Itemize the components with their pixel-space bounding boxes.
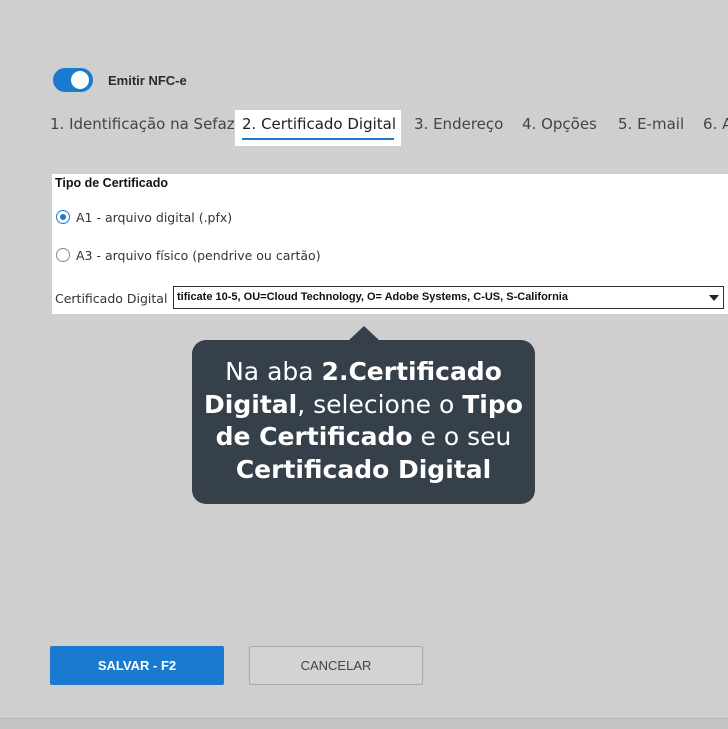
- bottom-scroll-strip: [0, 718, 728, 729]
- certificado-form-panel: Tipo de Certificado A1 - arquivo digital…: [52, 174, 728, 314]
- tab-endereco[interactable]: 3. Endereço: [414, 115, 503, 133]
- active-tab-indicator: [242, 138, 394, 140]
- tab-email[interactable]: 5. E-mail: [618, 115, 684, 133]
- tooltip-text-2: , selecione o: [297, 389, 463, 419]
- tab-certificado-digital[interactable]: 2. Certificado Digital: [242, 115, 396, 133]
- save-button[interactable]: SALVAR - F2: [50, 646, 224, 685]
- tooltip-text-3: e o seu: [412, 422, 512, 451]
- tab-6[interactable]: 6. A: [703, 115, 728, 133]
- tab-identificacao-sefaz[interactable]: 1. Identificação na Sefaz: [50, 115, 235, 133]
- certificado-digital-select[interactable]: tificate 10-5, OU=Cloud Technology, O= A…: [173, 286, 724, 309]
- radio-a3-label[interactable]: A3 - arquivo físico (pendrive ou cartão): [76, 248, 321, 263]
- tooltip-pointer: [348, 326, 380, 341]
- radio-a1-label[interactable]: A1 - arquivo digital (.pfx): [76, 210, 232, 225]
- emitir-nfce-toggle[interactable]: [53, 68, 93, 92]
- emitir-nfce-label: Emitir NFC-e: [108, 73, 187, 88]
- radio-a3[interactable]: [56, 248, 70, 262]
- tooltip-text-1: Na aba: [225, 357, 322, 386]
- radio-a1[interactable]: [56, 210, 70, 224]
- tooltip-bold-3: Certificado Digital: [235, 454, 492, 484]
- tutorial-tooltip: Na aba 2.Certificado Digital, selecione …: [192, 340, 535, 504]
- certificado-digital-value: tificate 10-5, OU=Cloud Technology, O= A…: [177, 291, 568, 303]
- tab-opcoes[interactable]: 4. Opções: [522, 115, 597, 133]
- toggle-knob: [71, 71, 89, 89]
- certificado-digital-label: Certificado Digital: [55, 291, 168, 306]
- cancel-button[interactable]: CANCELAR: [249, 646, 423, 685]
- tipo-certificado-heading: Tipo de Certificado: [55, 176, 168, 190]
- chevron-down-icon[interactable]: [709, 295, 719, 301]
- tab-bar: 1. Identificação na Sefaz 2. Certificado…: [0, 110, 728, 146]
